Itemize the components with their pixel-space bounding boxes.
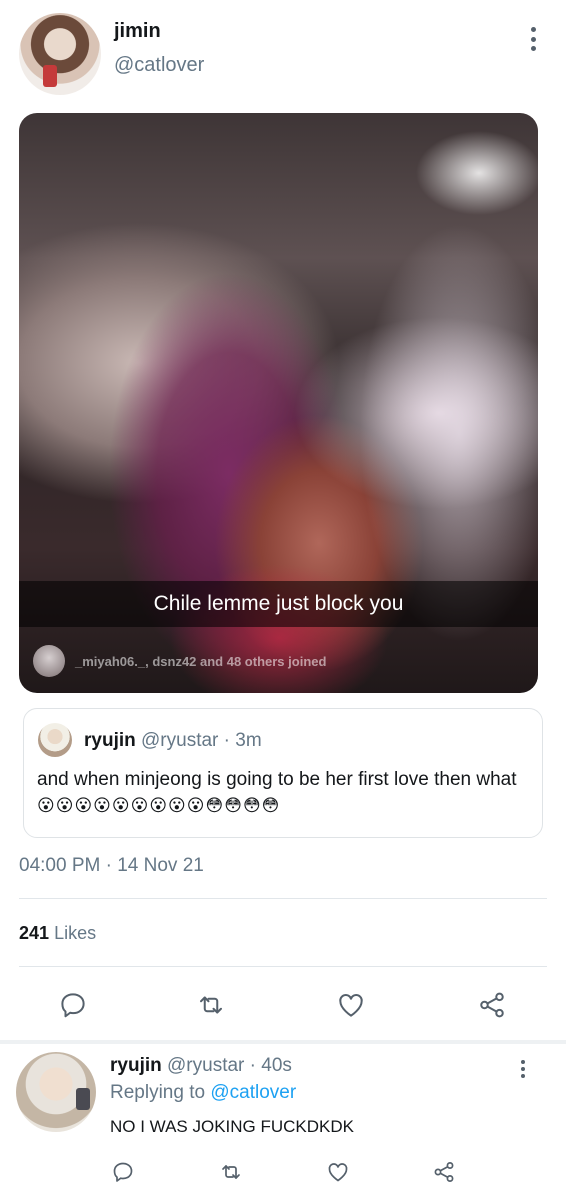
reply-icon <box>113 1162 133 1182</box>
reply-author-name[interactable]: ryujin <box>110 1055 162 1076</box>
reply-button[interactable] <box>53 985 93 1025</box>
share-icon <box>434 1162 454 1182</box>
tweet-header: jimin @catlover <box>0 0 566 110</box>
section-separator <box>0 1040 566 1044</box>
likes-count-row[interactable]: 241 Likes <box>19 923 96 944</box>
quoted-tweet[interactable]: ryujin @ryustar · 3m and when minjeong i… <box>23 708 543 838</box>
replying-to-link[interactable]: @catlover <box>210 1082 296 1103</box>
tweet-media-image[interactable]: Chile lemme just block you _miyah06._, d… <box>19 113 538 693</box>
like-button[interactable] <box>331 985 371 1025</box>
divider <box>19 966 547 967</box>
reply-time: 40s <box>261 1055 292 1076</box>
reply-author-handle[interactable]: @ryustar <box>167 1055 244 1076</box>
joined-avatar <box>33 645 65 677</box>
more-options-icon[interactable] <box>522 24 544 54</box>
media-joined-row: _miyah06._, dsnz42 and 48 others joined <box>19 641 538 681</box>
retweet-button[interactable] <box>191 985 231 1025</box>
author-avatar[interactable] <box>19 13 101 95</box>
reply-text: NO I WAS JOKING FUCKDKDK <box>110 1117 355 1136</box>
reply-action-bar <box>0 1156 566 1188</box>
quoted-emojis: 😮😮😮😮😮😮😮😮😮😳😳😳😳 <box>37 796 281 815</box>
reply-share-button[interactable] <box>428 1156 460 1188</box>
likes-label: Likes <box>54 923 97 943</box>
share-button[interactable] <box>472 985 512 1025</box>
divider <box>19 898 547 899</box>
joined-text: _miyah06._, dsnz42 and 48 others joined <box>75 653 327 669</box>
quoted-name: ryujin <box>84 730 136 751</box>
quoted-meta: ryujin @ryustar · 3m <box>84 730 262 752</box>
author-handle[interactable]: @catlover <box>114 54 204 77</box>
quoted-dot: · <box>223 730 230 751</box>
reply-author-avatar[interactable] <box>16 1052 96 1132</box>
heart-icon <box>339 994 363 1017</box>
media-caption: Chile lemme just block you <box>153 592 404 615</box>
quoted-text: and when minjeong is going to be her fir… <box>37 769 517 790</box>
media-caption-bar: Chile lemme just block you <box>19 581 538 627</box>
share-icon <box>480 992 504 1018</box>
retweet-icon <box>222 1165 240 1179</box>
reply-reply-button[interactable] <box>107 1156 139 1188</box>
avatar-phone-detail <box>76 1088 90 1110</box>
quoted-time: 3m <box>235 730 262 751</box>
quoted-handle: @ryustar <box>141 730 219 751</box>
reply-more-options-icon[interactable] <box>512 1057 534 1081</box>
reply-like-button[interactable] <box>322 1156 354 1188</box>
quoted-avatar <box>38 723 72 757</box>
avatar-phone-detail <box>43 65 57 87</box>
reply-dot: · <box>249 1055 256 1076</box>
tweet-timestamp: 04:00 PM · 14 Nov 21 <box>19 855 204 876</box>
author-name[interactable]: jimin <box>114 20 161 43</box>
replying-to-label: Replying to <box>110 1082 206 1103</box>
replying-to-row: Replying to @catlover <box>110 1082 296 1104</box>
reply-retweet-button[interactable] <box>215 1156 247 1188</box>
heart-icon <box>328 1163 348 1182</box>
tweet-action-bar <box>0 985 566 1025</box>
tweet-detail-page: jimin @catlover Chile lemme just block y… <box>0 0 566 1200</box>
reply-icon <box>61 993 85 1018</box>
reply-meta: ryujin @ryustar · 40s <box>110 1055 292 1077</box>
likes-count: 241 <box>19 923 50 943</box>
quoted-text-block: and when minjeong is going to be her fir… <box>37 767 532 819</box>
retweet-icon <box>200 996 222 1014</box>
